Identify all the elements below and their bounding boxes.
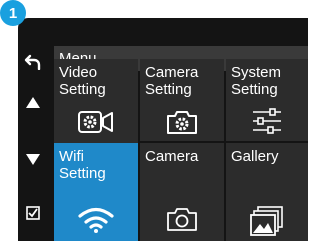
wifi-icon [78, 207, 114, 233]
tile-gallery[interactable]: Gallery [226, 143, 308, 241]
confirm-button[interactable] [18, 193, 48, 233]
up-button[interactable] [18, 82, 48, 122]
checkbox-icon [26, 206, 40, 220]
tile-video-setting[interactable]: Video Setting [54, 59, 138, 141]
tile-label: Video Setting [59, 64, 106, 98]
up-arrow-icon [26, 96, 40, 108]
menu-grid: Video Setting Camera Setting System Sett… [54, 59, 308, 241]
tile-label: Wifi Setting [59, 148, 106, 182]
camera-icon [167, 208, 197, 231]
down-arrow-icon [26, 153, 40, 165]
tile-camera[interactable]: Camera [140, 143, 224, 241]
tile-label: Camera [145, 148, 199, 165]
back-icon [24, 54, 41, 70]
sliders-icon [253, 108, 281, 134]
tile-system-setting[interactable]: System Setting [226, 59, 308, 141]
tile-camera-setting[interactable]: Camera Setting [140, 59, 224, 141]
down-button[interactable] [18, 139, 48, 179]
camera-setting-icon [167, 111, 197, 134]
gallery-icon [250, 206, 283, 236]
video-setting-icon [78, 111, 113, 133]
tile-wifi-setting[interactable]: Wifi Setting [54, 143, 138, 241]
tile-label: System Setting [231, 64, 282, 98]
step-badge: 1 [0, 0, 26, 26]
tile-label: Gallery [231, 148, 279, 165]
back-button[interactable] [18, 42, 48, 82]
tile-label: Camera Setting [145, 64, 199, 98]
